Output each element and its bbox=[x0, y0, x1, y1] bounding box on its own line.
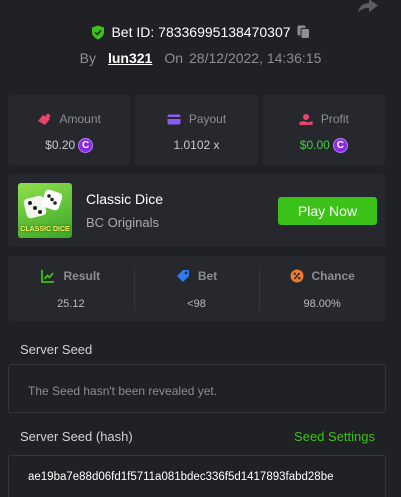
thumbnail-logo-text: CLASSIC DICE bbox=[20, 226, 70, 233]
chance-column: Chance 98.00% bbox=[259, 256, 385, 321]
bet-stats: Amount $0.20 C Payout 1.0102 x Profit $0… bbox=[8, 95, 385, 165]
server-seed-field: The Seed hasn't been revealed yet. bbox=[8, 364, 386, 413]
payout-label: Payout bbox=[188, 112, 227, 126]
bet-value: <98 bbox=[187, 298, 206, 310]
stat-payout: Payout 1.0102 x bbox=[135, 95, 258, 165]
amount-label: Amount bbox=[59, 112, 101, 126]
share-icon[interactable] bbox=[357, 0, 379, 14]
bet-id-value: 78336995138470307 bbox=[158, 24, 291, 40]
by-label: By bbox=[79, 50, 96, 66]
shield-check-icon bbox=[92, 25, 105, 39]
result-column: Result 25.12 bbox=[8, 256, 134, 321]
profit-label: Profit bbox=[320, 112, 349, 126]
username-link[interactable]: lun321 bbox=[108, 50, 152, 66]
bet-id-label: Bet ID: bbox=[111, 24, 155, 40]
chance-value: 98.00% bbox=[303, 298, 341, 310]
stat-profit: Profit $0.00 C bbox=[262, 95, 385, 165]
seed-settings-link[interactable]: Seed Settings bbox=[294, 429, 375, 444]
chance-label: Chance bbox=[311, 269, 355, 283]
bcd-coin-icon: C bbox=[332, 137, 348, 153]
bet-column: Bet <98 bbox=[133, 256, 260, 321]
play-now-button[interactable]: Play Now bbox=[278, 197, 377, 225]
payout-icon bbox=[167, 114, 181, 124]
chance-percent-icon bbox=[290, 269, 303, 283]
by-row: By lun321 On 28/12/2022, 14:36:15 bbox=[0, 49, 401, 67]
server-seed-hash-label: Server Seed (hash) bbox=[20, 429, 133, 444]
payout-value: 1.0102 x bbox=[173, 138, 220, 152]
amount-icon bbox=[38, 113, 51, 125]
bet-tag-icon bbox=[176, 270, 189, 282]
stat-amount: Amount $0.20 C bbox=[8, 95, 131, 165]
classic-dice-thumbnail: CLASSIC DICE bbox=[18, 183, 72, 238]
game-provider: BC Originals bbox=[86, 215, 159, 230]
bcd-coin-icon: C bbox=[78, 137, 94, 153]
game-card: CLASSIC DICE Classic Dice BC Originals P… bbox=[8, 174, 385, 247]
bet-datetime: 28/12/2022, 14:36:15 bbox=[189, 50, 322, 66]
server-seed-hash-row: Server Seed (hash) Seed Settings bbox=[20, 429, 375, 444]
result-value: 25.12 bbox=[57, 298, 85, 310]
amount-value: $0.20 bbox=[45, 138, 76, 152]
bet-label: Bet bbox=[197, 269, 218, 283]
copy-icon[interactable] bbox=[297, 25, 310, 39]
on-label: On bbox=[164, 50, 184, 66]
bet-id-row: Bet ID: 78336995138470307 bbox=[0, 23, 401, 41]
server-seed-label: Server Seed bbox=[20, 342, 93, 357]
result-panel: Result 25.12 Bet <98 Chance 98.00% bbox=[8, 256, 385, 321]
profit-value: $0.00 bbox=[299, 138, 330, 152]
server-seed-hash-field[interactable]: ae19ba7e88d06fd1f5711a081bdec336f5d14178… bbox=[8, 455, 386, 497]
result-chart-icon bbox=[41, 270, 55, 283]
game-name: Classic Dice bbox=[86, 191, 164, 207]
bet-header: Bet ID: 78336995138470307 By lun321 On 2… bbox=[0, 23, 401, 67]
result-label: Result bbox=[63, 269, 101, 283]
profit-icon bbox=[299, 113, 313, 125]
